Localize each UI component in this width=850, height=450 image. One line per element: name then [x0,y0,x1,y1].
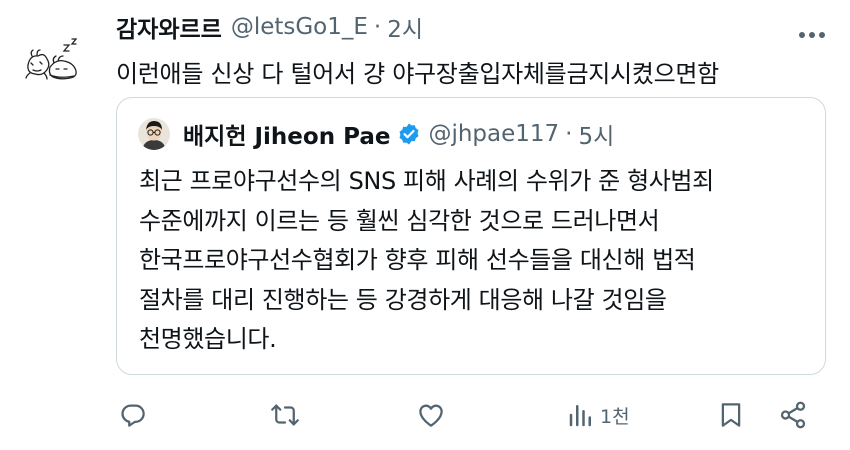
more-options-button[interactable] [792,18,832,52]
bookmark-button[interactable] [716,395,746,435]
quoted-header-separator: · [565,121,573,147]
retweet-button[interactable] [270,395,300,435]
author-handle[interactable]: @letsGo1_E [231,14,368,40]
bookmark-icon [721,403,741,427]
tweet-header: 감자와르르 @letsGo1_E · 2시 [116,10,423,44]
more-icon [799,32,825,38]
user-avatar[interactable] [20,25,90,95]
views-count: 1천 [600,405,630,428]
quoted-avatar-image [138,118,170,150]
quoted-author-avatar[interactable] [138,118,170,150]
views-icon [569,405,591,427]
quoted-tweet-timestamp[interactable]: 5시 [578,117,614,151]
tweet-action-bar: 1천 [116,395,828,435]
tweet-text: 이런애들 신상 다 털어서 걍 야구장출입자체를금지시켰으면함 [116,60,719,88]
reply-icon [121,404,145,427]
quoted-text-line: 천명했습니다. [139,325,277,353]
quoted-tweet-text: 최근 프로야구선수의 SNS 피해 사례의 수위가 준 형사범죄 수준에까지 이… [139,162,819,360]
quoted-author-display-name[interactable]: 배지헌 Jiheon Pae [183,117,390,151]
avatar-doodle-image [25,38,78,80]
quoted-text-line: 수준에까지 이르는 등 훨씬 심각한 것으로 드러나면서 [139,206,660,235]
quoted-tweet-header: 배지헌 Jiheon Pae @jhpae117 · 5시 [183,117,614,151]
author-display-name[interactable]: 감자와르르 [116,10,222,44]
share-button[interactable] [778,395,808,435]
retweet-icon [271,404,299,426]
quoted-text-line: 한국프로야구선수협회가 향후 피해 선수들을 대신해 법적 [139,246,696,274]
tweet-timestamp[interactable]: 2시 [387,10,423,44]
like-icon [419,404,443,427]
quoted-text-line: 절차를 대리 진행하는 등 강경하게 대응해 나갈 것임을 [139,285,667,314]
like-button[interactable] [416,395,446,435]
header-separator: · [373,14,382,40]
quoted-text-line: 최근 프로야구선수의 SNS 피해 사례의 수위가 준 형사범죄 [139,167,714,195]
quoted-author-handle[interactable]: @jhpae117 [428,121,559,147]
reply-button[interactable] [118,395,148,435]
share-icon [780,401,806,429]
views-button[interactable]: 1천 [566,395,630,435]
quoted-tweet-card[interactable]: 배지헌 Jiheon Pae @jhpae117 · 5시 최근 프로야구선수의… [116,97,826,375]
verified-badge-icon [397,122,421,146]
